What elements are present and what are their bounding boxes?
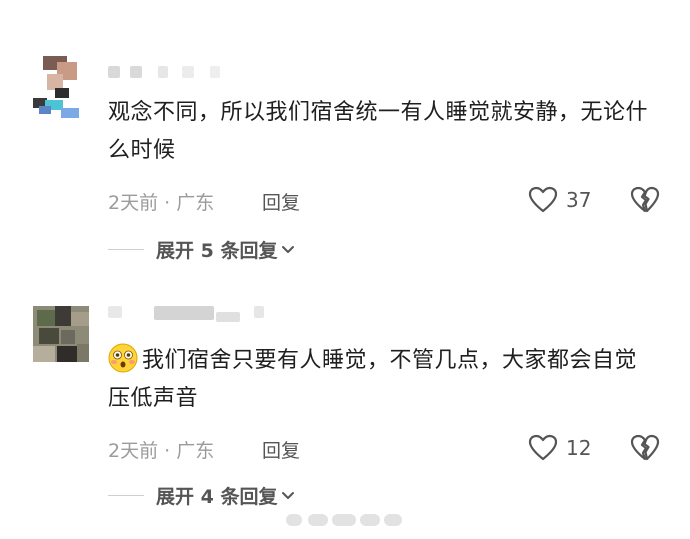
- flushed-emoji-icon: [108, 343, 138, 373]
- heart-outline-icon: [528, 186, 558, 213]
- broken-heart-icon: [630, 434, 660, 461]
- expand-replies-label: 展开 5 条回复: [156, 240, 278, 262]
- comment-text-body: 我们宿舍只要有人睡觉，不管几点，大家都会自觉压低声音: [108, 348, 638, 411]
- broken-heart-icon: [630, 186, 660, 213]
- dislike-button[interactable]: [630, 434, 660, 466]
- watermark-redacted: [286, 512, 404, 528]
- chevron-down-icon: [282, 245, 295, 253]
- username-redacted[interactable]: [108, 306, 268, 322]
- username-redacted[interactable]: [108, 66, 268, 80]
- like-button[interactable]: 37: [528, 186, 591, 214]
- expand-divider: [108, 249, 144, 250]
- like-count: 12: [566, 436, 592, 460]
- avatar[interactable]: [33, 56, 79, 118]
- avatar[interactable]: [33, 306, 89, 362]
- like-button[interactable]: 12: [528, 434, 591, 462]
- comment-meta: 2天前 · 广东: [108, 192, 215, 214]
- comment-meta: 2天前 · 广东: [108, 440, 215, 462]
- expand-divider: [108, 495, 144, 496]
- expand-replies-button[interactable]: 展开 4 条回复: [108, 482, 295, 509]
- comment-item: 我们宿舍只要有人睡觉，不管几点，大家都会自觉压低声音 2天前 · 广东 回复 1…: [0, 306, 690, 516]
- reply-button[interactable]: 回复: [262, 436, 300, 463]
- heart-outline-icon: [528, 434, 558, 461]
- like-count: 37: [566, 188, 592, 212]
- comment-text: 我们宿舍只要有人睡觉，不管几点，大家都会自觉压低声音: [108, 342, 653, 418]
- dislike-button[interactable]: [630, 186, 660, 218]
- comment-text: 观念不同，所以我们宿舍统一有人睡觉就安静，无论什么时候: [108, 100, 649, 163]
- reply-button[interactable]: 回复: [262, 188, 300, 215]
- comment-item: 观念不同，所以我们宿舍统一有人睡觉就安静，无论什么时候 2天前 · 广东 回复 …: [0, 56, 690, 266]
- expand-replies-label: 展开 4 条回复: [156, 486, 278, 508]
- chevron-down-icon: [282, 491, 295, 499]
- expand-replies-button[interactable]: 展开 5 条回复: [108, 236, 295, 263]
